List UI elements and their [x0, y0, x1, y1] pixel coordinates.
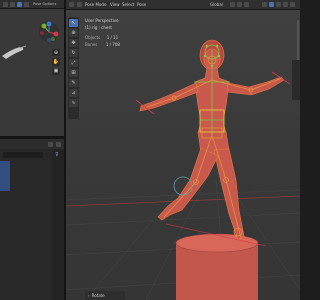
menu-select[interactable]: Select [122, 2, 134, 7]
proportional-edit-icon[interactable] [244, 2, 249, 7]
visibility-icon[interactable] [262, 2, 267, 7]
options-icon[interactable] [56, 141, 61, 147]
menu-pose[interactable]: Pose [137, 2, 146, 7]
view-perspective-label: User Perspective [85, 18, 119, 23]
camera-icon[interactable]: ▣ [52, 67, 60, 75]
rotate-icon[interactable]: ↻ [69, 49, 78, 57]
last-operation-label: Rotate [91, 293, 105, 298]
overlay-icon[interactable] [24, 1, 29, 7]
pivot-icon[interactable] [230, 2, 235, 7]
bones-stat: Bones 1 / 708 [85, 41, 120, 48]
chevron-right-icon: › [88, 293, 90, 298]
pin-icon[interactable]: ⊽ [55, 152, 59, 158]
pose-mode-icon[interactable] [77, 2, 82, 7]
tool-shelf: ↖ ⊕ ✥ ↻ ⤢ ⊞ ✎ ⊿ ∿ [68, 17, 79, 119]
navigation-gizmo[interactable] [38, 21, 60, 43]
overlays-icon[interactable] [269, 2, 274, 7]
active-bone-label: (1) rig : chest [85, 25, 112, 30]
gizmo-y-handle[interactable] [41, 23, 47, 29]
move-icon[interactable]: ✥ [69, 39, 78, 47]
annotate-icon[interactable]: ✎ [69, 79, 78, 87]
objects-stat-label: Objects [85, 35, 101, 40]
snap-icon[interactable] [237, 2, 242, 7]
editor-type-icon[interactable] [69, 2, 74, 7]
lower-side-strip: ⊽ [52, 149, 64, 300]
objects-stat: Objects 1 / 11 [85, 34, 120, 41]
viewport-scene [66, 39, 300, 300]
transform-orientation-dropdown[interactable]: Global [210, 2, 223, 7]
gizmo-neg-y-handle[interactable] [51, 37, 55, 41]
gizmo-neg-x-handle[interactable] [40, 31, 44, 35]
gizmo-z-handle[interactable] [46, 21, 52, 27]
gizmo-x-handle[interactable] [53, 31, 59, 37]
lower-editor-panel: ⊽ [0, 149, 64, 300]
shading-material-icon[interactable] [290, 2, 295, 7]
relax-icon[interactable]: ∿ [69, 99, 78, 107]
viewport-object-curve [2, 47, 24, 59]
xray-icon[interactable] [276, 2, 281, 7]
view-mode-icon[interactable] [10, 1, 15, 7]
measure-icon[interactable]: ⊿ [69, 89, 78, 97]
pose-options-dropdown[interactable]: Pose Options [33, 2, 56, 6]
transform-icon[interactable]: ⊞ [69, 69, 78, 77]
main-3d-viewport[interactable]: ↖ ⊕ ✥ ↻ ⤢ ⊞ ✎ ⊿ ∿ User Perspective (1) r… [66, 10, 300, 300]
cursor-icon[interactable]: ⊕ [69, 29, 78, 37]
bones-stat-value: 1 / 708 [105, 42, 120, 47]
viewport-info-overlay: User Perspective (1) rig : chest Objects… [85, 17, 120, 48]
editor-type-icon[interactable] [3, 1, 8, 7]
left-3d-viewport[interactable]: ⊕ ✋ ▣ [0, 9, 64, 136]
bones-stat-label: Bones [85, 42, 98, 47]
last-operation-panel[interactable]: › Rotate [85, 291, 125, 300]
left-viewport-nav-tools: ⊕ ✋ ▣ [51, 49, 61, 75]
filter-icon[interactable] [48, 141, 53, 147]
viewport-header: Pose Mode View Select Pose Global [66, 0, 300, 10]
pedestal [175, 233, 259, 300]
mode-selector[interactable]: Pose Mode [85, 2, 106, 7]
objects-stat-value: 1 / 11 [106, 35, 119, 40]
shading-solid-icon[interactable] [283, 2, 288, 7]
menu-view[interactable]: View [110, 2, 120, 7]
sidebar-tabs[interactable] [292, 60, 300, 100]
scale-icon[interactable]: ⤢ [69, 59, 78, 67]
gizmo-neg-z-handle[interactable] [47, 38, 51, 42]
selected-list-item[interactable] [0, 161, 10, 191]
viewport-object-tip [19, 45, 27, 49]
zoom-icon[interactable]: ⊕ [52, 49, 60, 57]
lower-editor-header [0, 139, 64, 149]
select-mode-icon[interactable] [17, 1, 22, 7]
select-cursor-icon[interactable]: ↖ [69, 19, 78, 27]
pan-hand-icon[interactable]: ✋ [52, 58, 60, 66]
lower-search-field[interactable] [3, 152, 43, 158]
left-editor-header: Pose Options [0, 0, 64, 9]
